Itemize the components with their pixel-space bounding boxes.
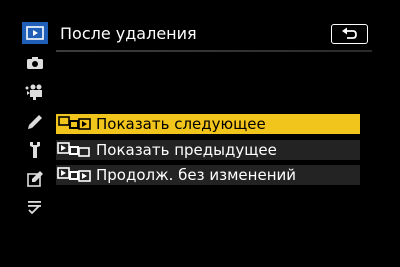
menu-option-show-previous[interactable]: Показать предыдущее [56,140,360,160]
photo-shooting-menu-tab[interactable] [22,52,48,74]
pencil-icon [28,115,42,129]
movie-camera-icon [25,84,42,100]
title-divider [56,50,372,52]
menu-option-label: Показать следующее [96,115,266,133]
page-title: После удаления [60,24,197,43]
my-menu-tab[interactable] [22,196,48,218]
return-arrow-icon [341,27,357,39]
menu-option-label: Показать предыдущее [96,141,277,159]
setup-menu-tab[interactable] [22,139,48,161]
menu-option-label: Продолж. без изменений [96,166,296,184]
back-button[interactable] [331,24,368,44]
playback-menu-tab[interactable] [22,22,48,44]
camera-icon [27,57,43,69]
menu-option-continue-as-before[interactable]: Продолж. без изменений [56,165,360,185]
menu-option-show-next[interactable]: Показать следующее [56,114,360,134]
continue-as-before-icon [56,165,96,185]
show-next-icon [56,114,96,134]
retouch-icon [27,171,43,187]
retouch-menu-tab[interactable] [22,168,48,190]
my-menu-list-icon [28,201,41,214]
custom-settings-menu-tab[interactable] [22,111,48,133]
movie-shooting-menu-tab[interactable] [22,81,48,103]
menu-screen: После удаления Показать следующее Показа… [0,0,400,267]
show-previous-icon [56,140,96,160]
wrench-icon [30,142,40,158]
playback-icon [26,26,44,40]
